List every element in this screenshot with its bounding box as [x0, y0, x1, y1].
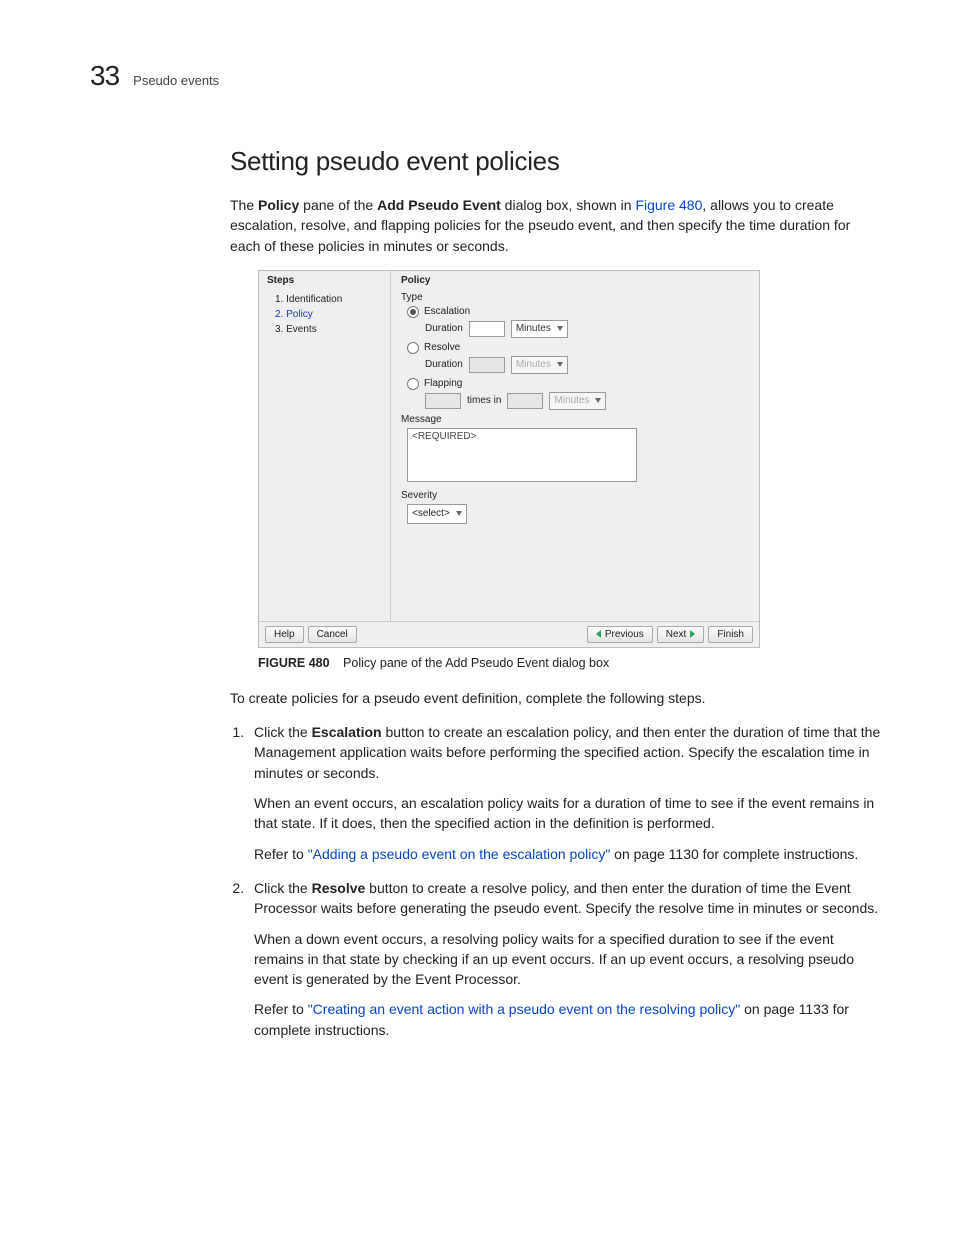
flapping-unit-select[interactable]: Minutes: [549, 392, 606, 410]
radio-unselected-icon: [407, 342, 419, 354]
figure-caption: FIGURE 480 Policy pane of the Add Pseudo…: [258, 656, 884, 670]
refer-link-escalation[interactable]: "Adding a pseudo event on the escalation…: [308, 846, 611, 862]
chapter-number: 33: [90, 60, 119, 92]
intro-paragraph: The Policy pane of the Add Pseudo Event …: [230, 195, 884, 256]
unit-value: Minutes: [516, 323, 551, 334]
escalation-unit-select[interactable]: Minutes: [511, 320, 568, 338]
step1-para2: When an event occurs, an escalation poli…: [254, 793, 884, 834]
running-head-text: Pseudo events: [133, 73, 219, 88]
figure-caption-text: Policy pane of the Add Pseudo Event dial…: [343, 656, 609, 670]
intro-bold-addpseudo: Add Pseudo Event: [377, 197, 501, 213]
radio-escalation-label: Escalation: [424, 306, 470, 317]
chevron-down-icon: [557, 326, 563, 331]
step-identification[interactable]: 1. Identification: [267, 292, 382, 307]
arrow-left-icon: [596, 630, 601, 638]
escalation-duration-input[interactable]: [469, 321, 505, 337]
severity-label: Severity: [401, 490, 749, 501]
unit-value: Minutes: [516, 359, 551, 370]
chevron-down-icon: [557, 362, 563, 367]
flapping-duration-input[interactable]: [507, 393, 543, 409]
previous-button[interactable]: Previous: [587, 626, 653, 643]
radio-resolve[interactable]: Resolve: [407, 342, 749, 354]
radio-flapping[interactable]: Flapping: [407, 378, 749, 390]
arrow-right-icon: [690, 630, 695, 638]
section-heading: Setting pseudo event policies: [230, 146, 884, 177]
steps-title: Steps: [267, 275, 382, 286]
step-events[interactable]: 3. Events: [267, 322, 382, 337]
intro-text: dialog box, shown in: [501, 197, 636, 213]
running-head: 33 Pseudo events: [90, 60, 884, 92]
dialog-steps-pane: Steps 1. Identification 2. Policy 3. Eve…: [259, 271, 391, 621]
resolve-duration-input[interactable]: [469, 357, 505, 373]
step2-refer: Refer to "Creating an event action with …: [254, 999, 884, 1040]
dialog-footer: Help Cancel Previous Next Finish: [259, 621, 759, 647]
policy-title: Policy: [401, 275, 749, 286]
message-label: Message: [401, 414, 749, 425]
message-textarea[interactable]: <REQUIRED>: [407, 428, 637, 482]
chevron-down-icon: [595, 398, 601, 403]
radio-flapping-label: Flapping: [424, 378, 462, 389]
severity-value: <select>: [412, 508, 450, 519]
duration-label: Duration: [425, 323, 463, 334]
cancel-button[interactable]: Cancel: [308, 626, 357, 643]
previous-button-label: Previous: [605, 629, 644, 640]
step-policy[interactable]: 2. Policy: [267, 307, 382, 322]
duration-label: Duration: [425, 359, 463, 370]
step1-text: Click the: [254, 724, 312, 740]
help-button[interactable]: Help: [265, 626, 304, 643]
resolve-duration-row: Duration Minutes: [425, 356, 749, 374]
finish-button[interactable]: Finish: [708, 626, 753, 643]
step-1: Click the Escalation button to create an…: [248, 722, 884, 864]
radio-unselected-icon: [407, 378, 419, 390]
step2-bold-resolve: Resolve: [312, 880, 366, 896]
figure-xref[interactable]: Figure 480: [635, 197, 702, 213]
unit-value: Minutes: [554, 395, 589, 406]
finish-button-label: Finish: [717, 629, 744, 640]
step2-text: Click the: [254, 880, 312, 896]
step-2: Click the Resolve button to create a res…: [248, 878, 884, 1040]
intro-text: The: [230, 197, 258, 213]
flapping-count-input[interactable]: [425, 393, 461, 409]
radio-selected-icon: [407, 306, 419, 318]
intro-text: pane of the: [299, 197, 377, 213]
message-placeholder: <REQUIRED>: [412, 431, 476, 442]
radio-resolve-label: Resolve: [424, 342, 460, 353]
refer-text: Refer to: [254, 1001, 308, 1017]
chevron-down-icon: [456, 511, 462, 516]
add-pseudo-event-dialog: Steps 1. Identification 2. Policy 3. Eve…: [258, 270, 760, 648]
help-button-label: Help: [274, 629, 295, 640]
refer-link-resolving[interactable]: "Creating an event action with a pseudo …: [308, 1001, 741, 1017]
step1-bold-escalation: Escalation: [312, 724, 382, 740]
dialog-policy-pane: Policy Type Escalation Duration Minutes: [391, 271, 759, 621]
severity-select[interactable]: <select>: [407, 504, 467, 524]
type-label: Type: [401, 292, 749, 303]
intro-bold-policy: Policy: [258, 197, 299, 213]
step2-para2: When a down event occurs, a resolving po…: [254, 929, 884, 990]
cancel-button-label: Cancel: [317, 629, 348, 640]
next-button-label: Next: [666, 629, 687, 640]
flapping-row: times in Minutes: [425, 392, 749, 410]
radio-escalation[interactable]: Escalation: [407, 306, 749, 318]
next-button[interactable]: Next: [657, 626, 705, 643]
resolve-unit-select[interactable]: Minutes: [511, 356, 568, 374]
step1-refer: Refer to "Adding a pseudo event on the e…: [254, 844, 884, 864]
refer-text: Refer to: [254, 846, 308, 862]
times-in-label: times in: [467, 395, 501, 406]
lead-in: To create policies for a pseudo event de…: [230, 688, 884, 708]
escalation-duration-row: Duration Minutes: [425, 320, 749, 338]
refer-text: on page 1130 for complete instructions.: [610, 846, 858, 862]
figure-number: FIGURE 480: [258, 656, 330, 670]
